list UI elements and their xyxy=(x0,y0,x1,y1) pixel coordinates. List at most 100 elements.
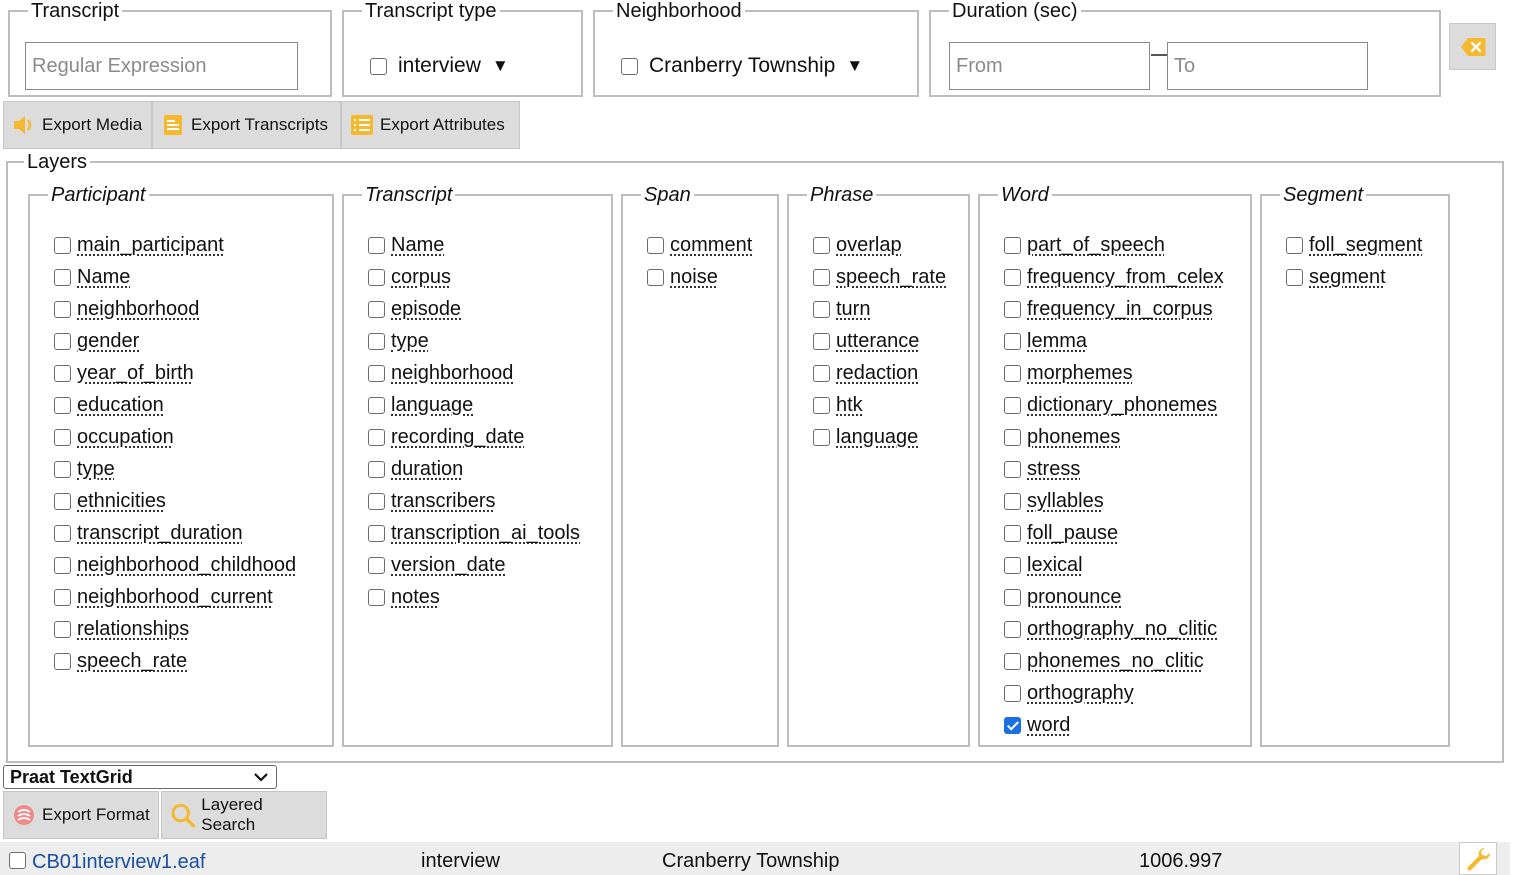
layer-item-turn[interactable]: turn xyxy=(813,293,946,325)
layer-item-neighborhood-childhood[interactable]: neighborhood_childhood xyxy=(54,549,296,581)
layer-checkbox[interactable] xyxy=(813,236,830,254)
layer-label[interactable]: turn xyxy=(836,298,870,321)
layer-checkbox[interactable] xyxy=(813,300,830,318)
layer-label[interactable]: relationships xyxy=(77,618,189,641)
layer-item-episode[interactable]: episode xyxy=(368,293,580,325)
layer-checkbox[interactable] xyxy=(1004,492,1021,510)
export-format-select[interactable]: Praat TextGrid xyxy=(3,765,277,789)
layer-item-education[interactable]: education xyxy=(54,389,296,421)
layer-label[interactable]: speech_rate xyxy=(836,266,946,289)
layer-checkbox[interactable] xyxy=(1004,396,1021,414)
layer-checkbox[interactable] xyxy=(368,428,385,446)
layer-label[interactable]: type xyxy=(391,330,429,353)
layer-checkbox[interactable] xyxy=(368,364,385,382)
layer-item-occupation[interactable]: occupation xyxy=(54,421,296,453)
layer-checkbox[interactable] xyxy=(54,236,71,254)
duration-from-input[interactable] xyxy=(949,42,1150,90)
layer-label[interactable]: morphemes xyxy=(1027,362,1133,385)
layer-item-main-participant[interactable]: main_participant xyxy=(54,229,296,261)
layer-checkbox[interactable] xyxy=(813,396,830,414)
layer-checkbox[interactable] xyxy=(54,460,71,478)
layer-checkbox[interactable] xyxy=(368,492,385,510)
layer-label[interactable]: foll_pause xyxy=(1027,522,1118,545)
layer-item-name[interactable]: Name xyxy=(368,229,580,261)
layer-label[interactable]: redaction xyxy=(836,362,918,385)
layer-label[interactable]: phonemes xyxy=(1027,426,1120,449)
layer-label[interactable]: neighborhood_childhood xyxy=(77,554,296,577)
layer-label[interactable]: neighborhood_current xyxy=(77,586,273,609)
layer-label[interactable]: year_of_birth xyxy=(77,362,194,385)
layer-checkbox[interactable] xyxy=(54,300,71,318)
layer-item-neighborhood[interactable]: neighborhood xyxy=(54,293,296,325)
layer-label[interactable]: stress xyxy=(1027,458,1080,481)
layer-label[interactable]: segment xyxy=(1309,266,1386,289)
layer-label[interactable]: version_date xyxy=(391,554,506,577)
layer-item-utterance[interactable]: utterance xyxy=(813,325,946,357)
layer-checkbox[interactable] xyxy=(1004,268,1021,286)
layer-item-name[interactable]: Name xyxy=(54,261,296,293)
export-attributes-button[interactable]: Export Attributes xyxy=(341,101,520,149)
layer-checkbox[interactable] xyxy=(1004,460,1021,478)
layer-label[interactable]: Name xyxy=(391,234,444,257)
layered-search-button[interactable]: Layered Search xyxy=(161,791,327,839)
layer-checkbox[interactable] xyxy=(54,524,71,542)
layer-item-htk[interactable]: htk xyxy=(813,389,946,421)
layer-item-morphemes[interactable]: morphemes xyxy=(1004,357,1224,389)
layer-checkbox[interactable] xyxy=(813,364,830,382)
layer-label[interactable]: main_participant xyxy=(77,234,224,257)
layer-checkbox[interactable] xyxy=(54,588,71,606)
layer-checkbox[interactable] xyxy=(813,428,830,446)
layer-checkbox[interactable] xyxy=(1004,428,1021,446)
layer-item-type[interactable]: type xyxy=(368,325,580,357)
layer-checkbox[interactable] xyxy=(54,396,71,414)
export-media-button[interactable]: Export Media xyxy=(3,101,152,149)
layer-label[interactable]: orthography xyxy=(1027,682,1134,705)
layer-checkbox[interactable] xyxy=(647,268,664,286)
layer-label[interactable]: transcribers xyxy=(391,490,495,513)
layer-item-orthography[interactable]: orthography xyxy=(1004,677,1224,709)
layer-item-recording-date[interactable]: recording_date xyxy=(368,421,580,453)
layer-label[interactable]: frequency_from_celex xyxy=(1027,266,1224,289)
layer-label[interactable]: Name xyxy=(77,266,130,289)
layer-item-foll-segment[interactable]: foll_segment xyxy=(1286,229,1422,261)
layer-label[interactable]: language xyxy=(391,394,473,417)
layer-label[interactable]: comment xyxy=(670,234,752,257)
neighborhood-dropdown[interactable]: Cranberry Township ▼ xyxy=(621,54,863,78)
layer-checkbox[interactable] xyxy=(54,332,71,350)
duration-to-input[interactable] xyxy=(1167,42,1368,90)
layer-label[interactable]: transcript_duration xyxy=(77,522,243,545)
layer-checkbox[interactable] xyxy=(1004,332,1021,350)
layer-label[interactable]: ethnicities xyxy=(77,490,166,513)
clear-filters-button[interactable] xyxy=(1449,23,1496,70)
layer-item-pronounce[interactable]: pronounce xyxy=(1004,581,1224,613)
layer-item-language[interactable]: language xyxy=(813,421,946,453)
layer-item-overlap[interactable]: overlap xyxy=(813,229,946,261)
layer-item-segment[interactable]: segment xyxy=(1286,261,1422,293)
layer-checkbox[interactable] xyxy=(1004,716,1021,734)
layer-checkbox[interactable] xyxy=(1286,236,1303,254)
layer-item-lexical[interactable]: lexical xyxy=(1004,549,1224,581)
layer-checkbox[interactable] xyxy=(1004,364,1021,382)
transcript-type-checkbox[interactable] xyxy=(370,57,387,75)
layer-label[interactable]: foll_segment xyxy=(1309,234,1422,257)
layer-label[interactable]: occupation xyxy=(77,426,174,449)
layer-label[interactable]: utterance xyxy=(836,330,919,353)
layer-label[interactable]: type xyxy=(77,458,115,481)
layer-checkbox[interactable] xyxy=(1004,620,1021,638)
layer-checkbox[interactable] xyxy=(54,492,71,510)
layer-item-part-of-speech[interactable]: part_of_speech xyxy=(1004,229,1224,261)
layer-label[interactable]: duration xyxy=(391,458,463,481)
layer-item-orthography-no-clitic[interactable]: orthography_no_clitic xyxy=(1004,613,1224,645)
layer-checkbox[interactable] xyxy=(1004,556,1021,574)
layer-label[interactable]: gender xyxy=(77,330,139,353)
layer-label[interactable]: syllables xyxy=(1027,490,1104,513)
layer-item-phonemes-no-clitic[interactable]: phonemes_no_clitic xyxy=(1004,645,1224,677)
layer-checkbox[interactable] xyxy=(368,332,385,350)
layer-item-noise[interactable]: noise xyxy=(647,261,752,293)
export-transcripts-button[interactable]: Export Transcripts xyxy=(152,101,341,149)
layer-checkbox[interactable] xyxy=(1286,268,1303,286)
layer-checkbox[interactable] xyxy=(813,268,830,286)
transcript-link[interactable]: CB01interview1.eaf xyxy=(32,851,205,874)
layer-item-language[interactable]: language xyxy=(368,389,580,421)
layer-label[interactable]: recording_date xyxy=(391,426,524,449)
